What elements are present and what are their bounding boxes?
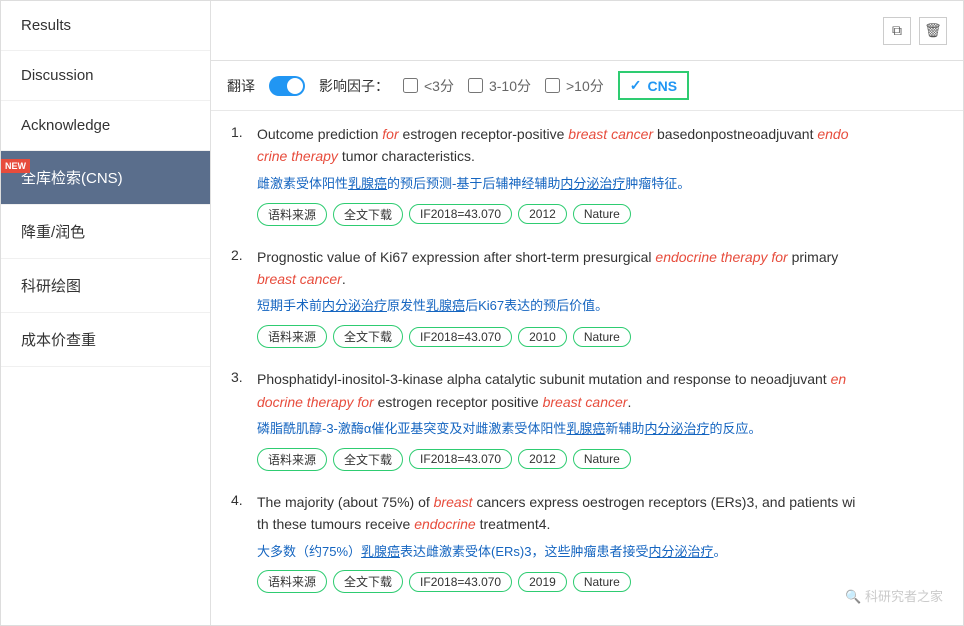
result-3-translation: 磷脂酰肌醇-3-激酶α催化亚基突变及对雌激素受体阳性乳腺癌新辅助内分泌治疗的反应…	[257, 419, 846, 440]
sidebar-item-discussion[interactable]: Discussion	[1, 51, 210, 101]
tag-journal-3[interactable]: Nature	[573, 449, 631, 469]
checkbox-gt10[interactable]	[545, 78, 560, 93]
sidebar-item-polish[interactable]: 降重/润色	[1, 205, 210, 259]
tag-if-3[interactable]: IF2018=43.070	[409, 449, 512, 469]
tag-journal-2[interactable]: Nature	[573, 327, 631, 347]
result-1-tags: 语料来源 全文下载 IF2018=43.070 2012 Nature	[257, 203, 849, 226]
tag-year-3[interactable]: 2012	[518, 449, 567, 469]
translate-toggle[interactable]	[269, 76, 305, 96]
tag-source-1[interactable]: 语料来源	[257, 203, 327, 226]
cns-label: CNS	[647, 78, 677, 94]
sidebar: Results Discussion Acknowledge 全库检索(CNS)…	[1, 1, 211, 625]
tag-download-3[interactable]: 全文下载	[333, 448, 403, 471]
copy-icon-btn[interactable]: ⧉	[883, 17, 911, 45]
result-3-title: Phosphatidyl-inositol-3-kinase alpha cat…	[257, 368, 846, 413]
tag-year-2[interactable]: 2010	[518, 327, 567, 347]
sidebar-item-cost[interactable]: 成本价查重	[1, 313, 210, 367]
filter-lt3[interactable]: <3分	[403, 76, 454, 96]
result-3-tags: 语料来源 全文下载 IF2018=43.070 2012 Nature	[257, 448, 846, 471]
tag-journal-1[interactable]: Nature	[573, 204, 631, 224]
tag-download-4[interactable]: 全文下载	[333, 570, 403, 593]
result-item-3: 3. Phosphatidyl-inositol-3-kinase alpha …	[231, 368, 943, 471]
translate-label: 翻译	[227, 76, 255, 96]
sidebar-item-cns-search[interactable]: 全库检索(CNS)	[1, 151, 210, 205]
result-2-translation: 短期手术前内分泌治疗原发性乳腺癌后Ki67表达的预后价值。	[257, 296, 838, 317]
delete-icon-btn[interactable]: 🗑	[919, 17, 947, 45]
tag-source-4[interactable]: 语料来源	[257, 570, 327, 593]
sidebar-item-acknowledge[interactable]: Acknowledge	[1, 101, 210, 151]
cns-filter-box[interactable]: ✓ CNS	[618, 71, 689, 100]
tag-if-1[interactable]: IF2018=43.070	[409, 204, 512, 224]
filter-bar: 翻译 影响因子： <3分 3-10分 >10分 ✓ CNS	[211, 61, 963, 111]
result-4-translation: 大多数（约75%）乳腺癌表达雌激素受体(ERs)3，这些肿瘤患者接受内分泌治疗。	[257, 542, 855, 563]
tag-year-1[interactable]: 2012	[518, 204, 567, 224]
tag-if-4[interactable]: IF2018=43.070	[409, 572, 512, 592]
result-2-tags: 语料来源 全文下载 IF2018=43.070 2010 Nature	[257, 325, 838, 348]
result-2-title: Prognostic value of Ki67 expression afte…	[257, 246, 838, 291]
result-item-4: 4. The majority (about 75%) of breast ca…	[231, 491, 943, 594]
results-area: 1. Outcome prediction for estrogen recep…	[211, 111, 963, 625]
impact-label: 影响因子：	[319, 76, 389, 96]
filter-3-10[interactable]: 3-10分	[468, 76, 531, 96]
tag-source-3[interactable]: 语料来源	[257, 448, 327, 471]
app-container: Results Discussion Acknowledge 全库检索(CNS)…	[0, 0, 964, 626]
result-1-translation: 雌激素受体阳性乳腺癌的预后预测-基于后辅神经辅助内分泌治疗肿瘤特征。	[257, 174, 849, 195]
tag-download-2[interactable]: 全文下载	[333, 325, 403, 348]
top-bar: ⧉ 🗑	[211, 1, 963, 61]
tag-journal-4[interactable]: Nature	[573, 572, 631, 592]
result-item-1: 1. Outcome prediction for estrogen recep…	[231, 123, 943, 226]
tag-if-2[interactable]: IF2018=43.070	[409, 327, 512, 347]
sidebar-item-results[interactable]: Results	[1, 1, 210, 51]
cns-checkmark: ✓	[630, 77, 642, 94]
sidebar-item-drawing[interactable]: 科研绘图	[1, 259, 210, 313]
result-item-2: 2. Prognostic value of Ki67 expression a…	[231, 246, 943, 349]
checkbox-3-10[interactable]	[468, 78, 483, 93]
main-content: ⧉ 🗑 翻译 影响因子： <3分 3-10分 >10分 ✓ CNS	[211, 1, 963, 625]
tag-source-2[interactable]: 语料来源	[257, 325, 327, 348]
tag-year-4[interactable]: 2019	[518, 572, 567, 592]
result-1-title: Outcome prediction for estrogen receptor…	[257, 123, 849, 168]
checkbox-lt3[interactable]	[403, 78, 418, 93]
result-4-tags: 语料来源 全文下载 IF2018=43.070 2019 Nature	[257, 570, 855, 593]
tag-download-1[interactable]: 全文下载	[333, 203, 403, 226]
result-4-title: The majority (about 75%) of breast cance…	[257, 491, 855, 536]
filter-gt10[interactable]: >10分	[545, 76, 604, 96]
